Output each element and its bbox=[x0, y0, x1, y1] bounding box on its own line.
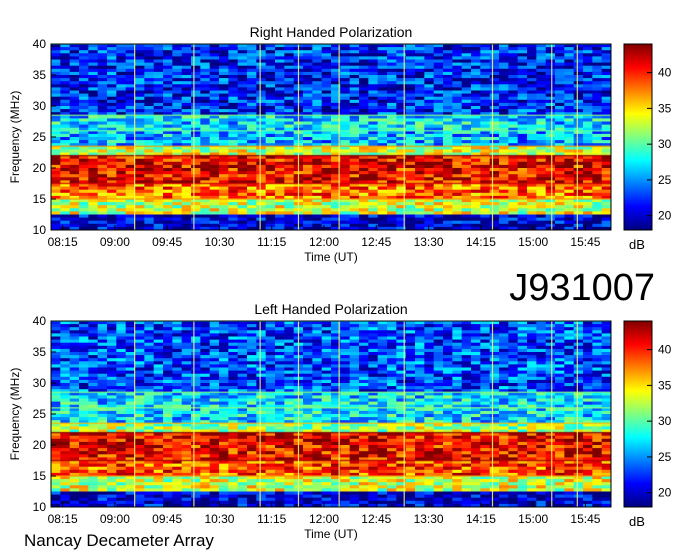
colorbar-tick-label: 35 bbox=[658, 101, 672, 115]
panel-title-right: Right Handed Polarization bbox=[250, 24, 413, 40]
x-tick-label: 09:45 bbox=[152, 235, 182, 249]
spectrogram-figure: Right Handed Polarization 08:15 09:00 09:4… bbox=[8, 24, 672, 550]
colorbar-tick-label: 30 bbox=[658, 137, 672, 151]
heatmap-left bbox=[51, 321, 611, 507]
x-tick-label: 10:30 bbox=[204, 235, 234, 249]
x-tick-label: 13:30 bbox=[414, 235, 444, 249]
panel-title-left: Left Handed Polarization bbox=[254, 301, 407, 317]
x-axis-label-right: Time (UT) bbox=[304, 250, 358, 264]
y-tick-label: 35 bbox=[33, 68, 47, 82]
x-tick-label: 15:45 bbox=[570, 235, 600, 249]
colorbar-label-right: dB bbox=[629, 237, 645, 252]
y-tick-label: 30 bbox=[33, 99, 47, 113]
colorbar-tick-label: 20 bbox=[658, 209, 672, 223]
y-axis-label-right: Frequency (MHz) bbox=[8, 91, 22, 184]
y-tick-label: 20 bbox=[33, 161, 47, 175]
y-tick-label: 10 bbox=[33, 223, 47, 237]
panel-left-handed: Left Handed Polarization 08:15 09:00 09:45… bbox=[8, 301, 672, 541]
x-tick-label: 11:15 bbox=[257, 235, 286, 249]
colorbar-tick-label: 40 bbox=[658, 66, 672, 80]
observation-id: J931007 bbox=[509, 267, 655, 309]
x-tick-label: 08:15 bbox=[48, 235, 78, 249]
x-tick-label: 12:45 bbox=[361, 235, 391, 249]
colorbar-tick-label: 25 bbox=[658, 173, 672, 187]
panel-right-handed: Right Handed Polarization 08:15 09:00 09:4… bbox=[8, 24, 672, 264]
x-tick-label: 15:00 bbox=[518, 235, 548, 249]
x-tick-label: 12:00 bbox=[309, 235, 339, 249]
y-tick-label: 40 bbox=[33, 37, 47, 51]
colorbar-right bbox=[623, 43, 653, 231]
y-tick-label: 15 bbox=[33, 192, 47, 206]
x-tick-label: 14:15 bbox=[466, 235, 496, 249]
y-tick-label: 25 bbox=[33, 130, 47, 144]
heatmap-right bbox=[51, 44, 611, 230]
x-tick-label: 09:00 bbox=[100, 235, 130, 249]
